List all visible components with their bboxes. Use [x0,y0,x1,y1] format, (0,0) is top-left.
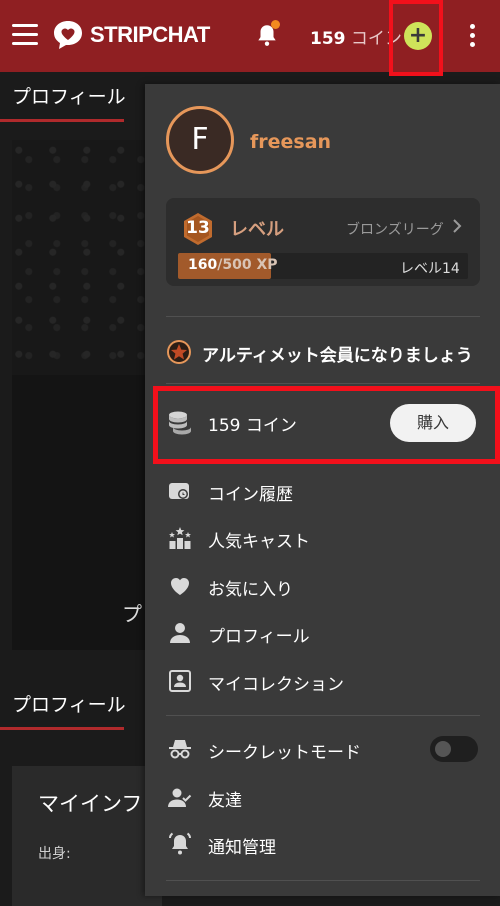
tab-profile[interactable]: プロフィール [12,82,126,109]
menu-label: 友達 [208,791,242,811]
toggle-knob [435,741,451,757]
league-name: ブロンズリーグ [346,222,444,238]
divider [166,383,480,384]
xp-current: 160 [188,257,218,273]
avatar[interactable]: F [166,106,234,174]
coins-amount: 159 [310,29,346,49]
xp-text: 160/500 XP [188,257,278,273]
ultimate-membership-link[interactable]: アルティメット会員になりましょう [202,341,473,366]
menu-icon[interactable] [12,24,38,46]
profile-cover-pattern [12,140,162,375]
friends-icon [168,788,192,807]
divider [166,880,480,881]
tab-underline [0,119,124,122]
highlight-box [153,386,500,464]
notification-dot [271,20,280,29]
more-options-icon[interactable] [470,24,476,48]
brand-name: STRIPCHAT [90,22,210,47]
background-text: プ [122,602,142,626]
menu-label: マイコレクション [208,675,344,695]
bell-settings-icon [169,832,191,855]
next-level-label: レベル14 [400,261,460,277]
menu-label: プロフィール [208,627,310,647]
chevron-right-icon [453,219,462,233]
section-profile-heading[interactable]: プロフィール [12,690,126,717]
info-card-title: マイインフ [38,792,143,816]
section-underline [0,727,124,730]
stars-podium-icon [169,527,191,549]
info-card [12,766,162,906]
heart-icon [171,578,189,595]
info-card-label: 出身: [38,846,71,862]
divider [166,316,480,317]
menu-label: コイン履歴 [208,485,293,505]
divider [166,715,480,716]
logo[interactable]: STRIPCHAT [52,19,210,51]
star-badge-icon [167,340,191,364]
menu-label: お気に入り [208,580,293,600]
menu-label: 人気キャスト [208,532,310,552]
xp-total: /500 XP [217,257,278,273]
level-number: 13 [186,218,210,238]
menu-label: 通知管理 [208,838,276,858]
collection-icon [169,670,191,692]
incognito-icon [169,740,191,759]
menu-label: シークレットモード [208,743,361,763]
wallet-icon [169,483,189,499]
logo-icon [54,21,82,49]
username[interactable]: freesan [250,131,331,153]
person-icon [170,623,190,643]
level-title: レベル [230,219,284,240]
highlight-box [389,0,443,76]
